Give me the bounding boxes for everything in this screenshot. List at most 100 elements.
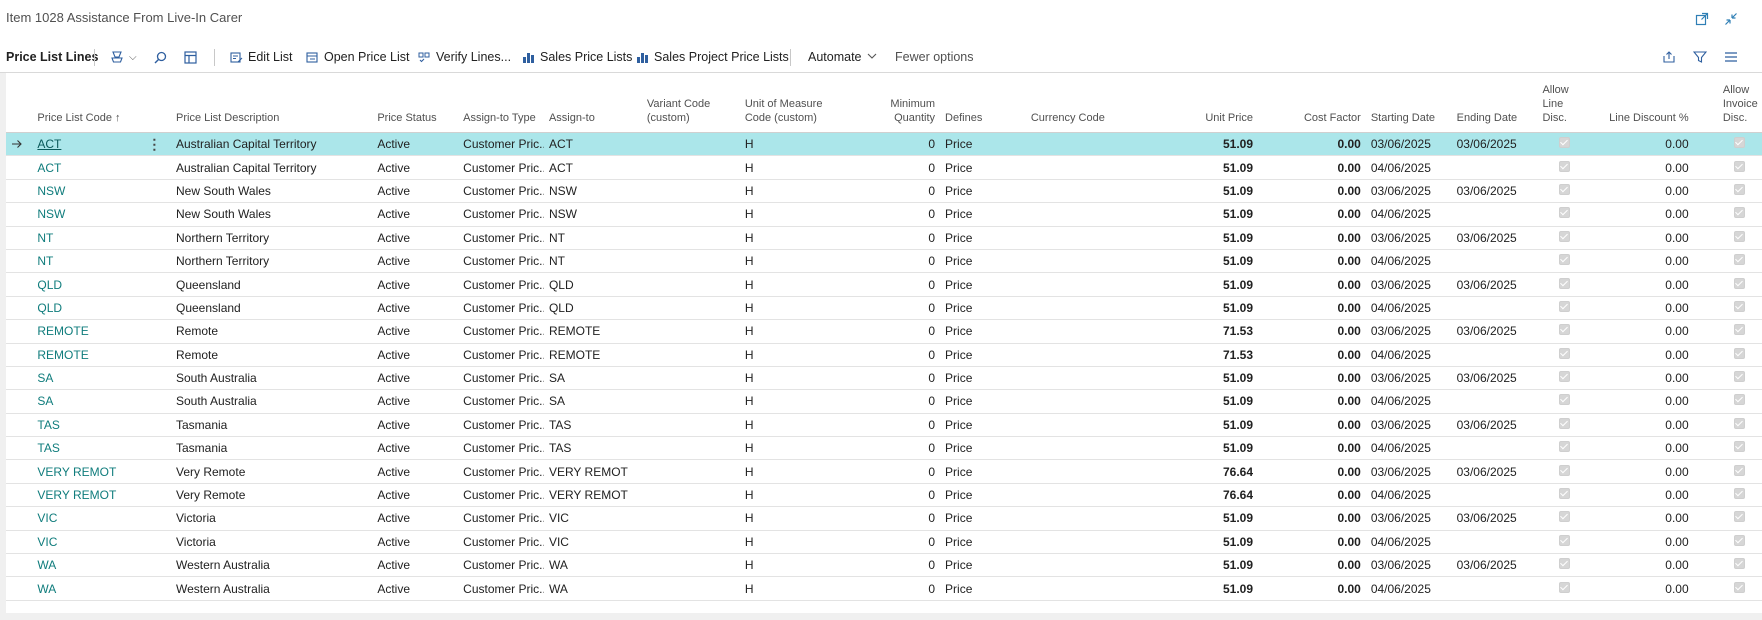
- table-row[interactable]: NSW New South Wales Active Customer Pric...…: [6, 179, 1762, 204]
- allow-line-disc-checkbox[interactable]: [1537, 296, 1593, 321]
- price-list-code-link[interactable]: VIC: [32, 506, 143, 531]
- price-list-code-link[interactable]: SA: [32, 389, 143, 414]
- edit-list-button[interactable]: Edit List: [230, 42, 292, 72]
- table-row[interactable]: VERY REMOT Very Remote Active Customer Pric…: [6, 459, 1762, 484]
- table-row[interactable]: NT Northern Territory Active Customer Pric.…: [6, 249, 1762, 274]
- table-row[interactable]: QLD Queensland Active Customer Pric... QLD H 0…: [6, 296, 1762, 321]
- allow-line-disc-checkbox[interactable]: [1537, 179, 1593, 204]
- allow-invoice-disc-checkbox[interactable]: [1717, 179, 1762, 204]
- table-row[interactable]: REMOTE Remote Active Customer Pric... REMOTE…: [6, 319, 1762, 344]
- share-button[interactable]: [1662, 42, 1681, 72]
- table-row[interactable]: TAS Tasmania Active Customer Pric... TAS H 0 Pr…: [6, 413, 1762, 438]
- allow-line-disc-checkbox[interactable]: [1537, 506, 1593, 531]
- allow-invoice-disc-checkbox[interactable]: [1717, 132, 1762, 157]
- views-dropdown-button[interactable]: ⌵: [110, 42, 137, 72]
- automate-menu-button[interactable]: Automate: [808, 42, 877, 72]
- column-header-price-status[interactable]: Price Status: [372, 73, 459, 133]
- price-list-code-link[interactable]: QLD: [32, 296, 143, 321]
- allow-invoice-disc-checkbox[interactable]: [1717, 366, 1762, 391]
- allow-invoice-disc-checkbox[interactable]: [1717, 553, 1762, 578]
- price-list-code-link[interactable]: VERY REMOT: [32, 459, 143, 484]
- allow-line-disc-checkbox[interactable]: [1537, 553, 1593, 578]
- price-list-code-link[interactable]: NT: [32, 249, 143, 274]
- allow-invoice-disc-checkbox[interactable]: [1717, 296, 1762, 321]
- column-header-price-list-description[interactable]: Price List Description: [171, 73, 373, 133]
- price-list-code-link[interactable]: TAS: [32, 413, 143, 438]
- allow-line-disc-checkbox[interactable]: [1537, 436, 1593, 461]
- list-view-button[interactable]: [1724, 42, 1743, 72]
- allow-line-disc-checkbox[interactable]: [1537, 483, 1593, 508]
- allow-line-disc-checkbox[interactable]: [1537, 366, 1593, 391]
- table-row[interactable]: REMOTE Remote Active Customer Pric... REMOTE…: [6, 343, 1762, 367]
- allow-line-disc-checkbox[interactable]: [1537, 530, 1593, 555]
- allow-line-disc-checkbox[interactable]: [1537, 459, 1593, 484]
- allow-line-disc-checkbox[interactable]: [1537, 343, 1593, 367]
- column-header-allow-line-disc[interactable]: Allow Line Disc.: [1537, 73, 1593, 133]
- allow-line-disc-checkbox[interactable]: [1537, 319, 1593, 344]
- verify-lines-button[interactable]: Verify Lines...: [418, 42, 511, 72]
- table-row[interactable]: ACT Australian Capital Territory Active Cus…: [6, 155, 1762, 180]
- allow-invoice-disc-checkbox[interactable]: [1717, 319, 1762, 344]
- allow-line-disc-checkbox[interactable]: [1537, 249, 1593, 274]
- row-actions-menu[interactable]: ⋮: [142, 132, 171, 157]
- column-header-price-list-code[interactable]: Price List Code ↑: [32, 73, 171, 133]
- fewer-options-button[interactable]: Fewer options: [895, 42, 974, 72]
- allow-line-disc-checkbox[interactable]: [1537, 389, 1593, 414]
- open-price-list-button[interactable]: Open Price List: [306, 42, 409, 72]
- allow-line-disc-checkbox[interactable]: [1537, 226, 1593, 250]
- table-row[interactable]: NSW New South Wales Active Customer Pric...…: [6, 202, 1762, 227]
- price-list-code-link[interactable]: ACT: [32, 132, 143, 157]
- allow-invoice-disc-checkbox[interactable]: [1717, 389, 1762, 414]
- price-list-code-link[interactable]: TAS: [32, 436, 143, 461]
- allow-invoice-disc-checkbox[interactable]: [1717, 436, 1762, 461]
- column-header-starting-date[interactable]: Starting Date: [1365, 73, 1452, 133]
- column-header-line-discount[interactable]: Line Discount %: [1592, 73, 1694, 133]
- table-row[interactable]: VIC Victoria Active Customer Pric... VIC H 0 Pr…: [6, 530, 1762, 555]
- allow-invoice-disc-checkbox[interactable]: [1717, 576, 1762, 601]
- allow-line-disc-checkbox[interactable]: [1537, 413, 1593, 438]
- column-header-unit-price[interactable]: Unit Price: [1168, 73, 1258, 133]
- table-row[interactable]: QLD Queensland Active Customer Pric... QLD H 0…: [6, 272, 1762, 297]
- price-list-code-link[interactable]: REMOTE: [32, 343, 143, 367]
- sales-price-lists-button[interactable]: Sales Price Lists: [522, 42, 632, 72]
- allow-invoice-disc-checkbox[interactable]: [1717, 343, 1762, 367]
- allow-line-disc-checkbox[interactable]: [1537, 132, 1593, 157]
- price-list-code-link[interactable]: VERY REMOT: [32, 483, 143, 508]
- filter-button[interactable]: [1693, 42, 1712, 72]
- table-row[interactable]: ACT ⋮ Australian Capital Territory Active Cu…: [6, 132, 1762, 157]
- table-row[interactable]: SA South Australia Active Customer Pric... S…: [6, 366, 1762, 391]
- price-list-code-link[interactable]: VIC: [32, 530, 143, 555]
- table-row[interactable]: VIC Victoria Active Customer Pric... VIC H 0 Pr…: [6, 506, 1762, 531]
- allow-invoice-disc-checkbox[interactable]: [1717, 459, 1762, 484]
- table-row[interactable]: VERY REMOT Very Remote Active Customer Pric…: [6, 483, 1762, 508]
- column-header-minimum-quantity[interactable]: Minimum Quantity: [849, 73, 941, 133]
- allow-invoice-disc-checkbox[interactable]: [1717, 272, 1762, 297]
- column-header-unit-of-measure[interactable]: Unit of Measure Code (custom): [739, 73, 850, 133]
- column-header-allow-invoice-disc[interactable]: Allow Invoice Disc.: [1717, 73, 1762, 133]
- sales-project-price-lists-button[interactable]: Sales Project Price Lists: [636, 42, 789, 72]
- column-header-assign-to[interactable]: Assign-to: [543, 73, 642, 133]
- price-list-code-link[interactable]: WA: [32, 553, 143, 578]
- allow-line-disc-checkbox[interactable]: [1537, 155, 1593, 180]
- allow-line-disc-checkbox[interactable]: [1537, 202, 1593, 227]
- column-header-cost-factor[interactable]: Cost Factor: [1258, 73, 1366, 133]
- allow-invoice-disc-checkbox[interactable]: [1717, 413, 1762, 438]
- allow-line-disc-checkbox[interactable]: [1537, 272, 1593, 297]
- price-list-code-link[interactable]: REMOTE: [32, 319, 143, 344]
- price-list-code-link[interactable]: NSW: [32, 179, 143, 204]
- column-header-defines[interactable]: Defines: [940, 73, 1026, 133]
- table-row[interactable]: TAS Tasmania Active Customer Pric... TAS H 0 Pr…: [6, 436, 1762, 461]
- allow-invoice-disc-checkbox[interactable]: [1717, 226, 1762, 250]
- price-list-code-link[interactable]: NSW: [32, 202, 143, 227]
- search-button[interactable]: [154, 42, 172, 72]
- open-in-new-window-icon[interactable]: [1692, 9, 1712, 29]
- allow-invoice-disc-checkbox[interactable]: [1717, 155, 1762, 180]
- price-list-code-link[interactable]: NT: [32, 226, 143, 250]
- table-row[interactable]: WA Western Australia Active Customer Pric..…: [6, 576, 1762, 601]
- allow-invoice-disc-checkbox[interactable]: [1717, 249, 1762, 274]
- price-list-code-link[interactable]: QLD: [32, 272, 143, 297]
- table-row[interactable]: WA Western Australia Active Customer Pric..…: [6, 553, 1762, 578]
- allow-invoice-disc-checkbox[interactable]: [1717, 530, 1762, 555]
- collapse-icon[interactable]: [1721, 9, 1741, 29]
- column-header-variant-code[interactable]: Variant Code (custom): [641, 73, 740, 133]
